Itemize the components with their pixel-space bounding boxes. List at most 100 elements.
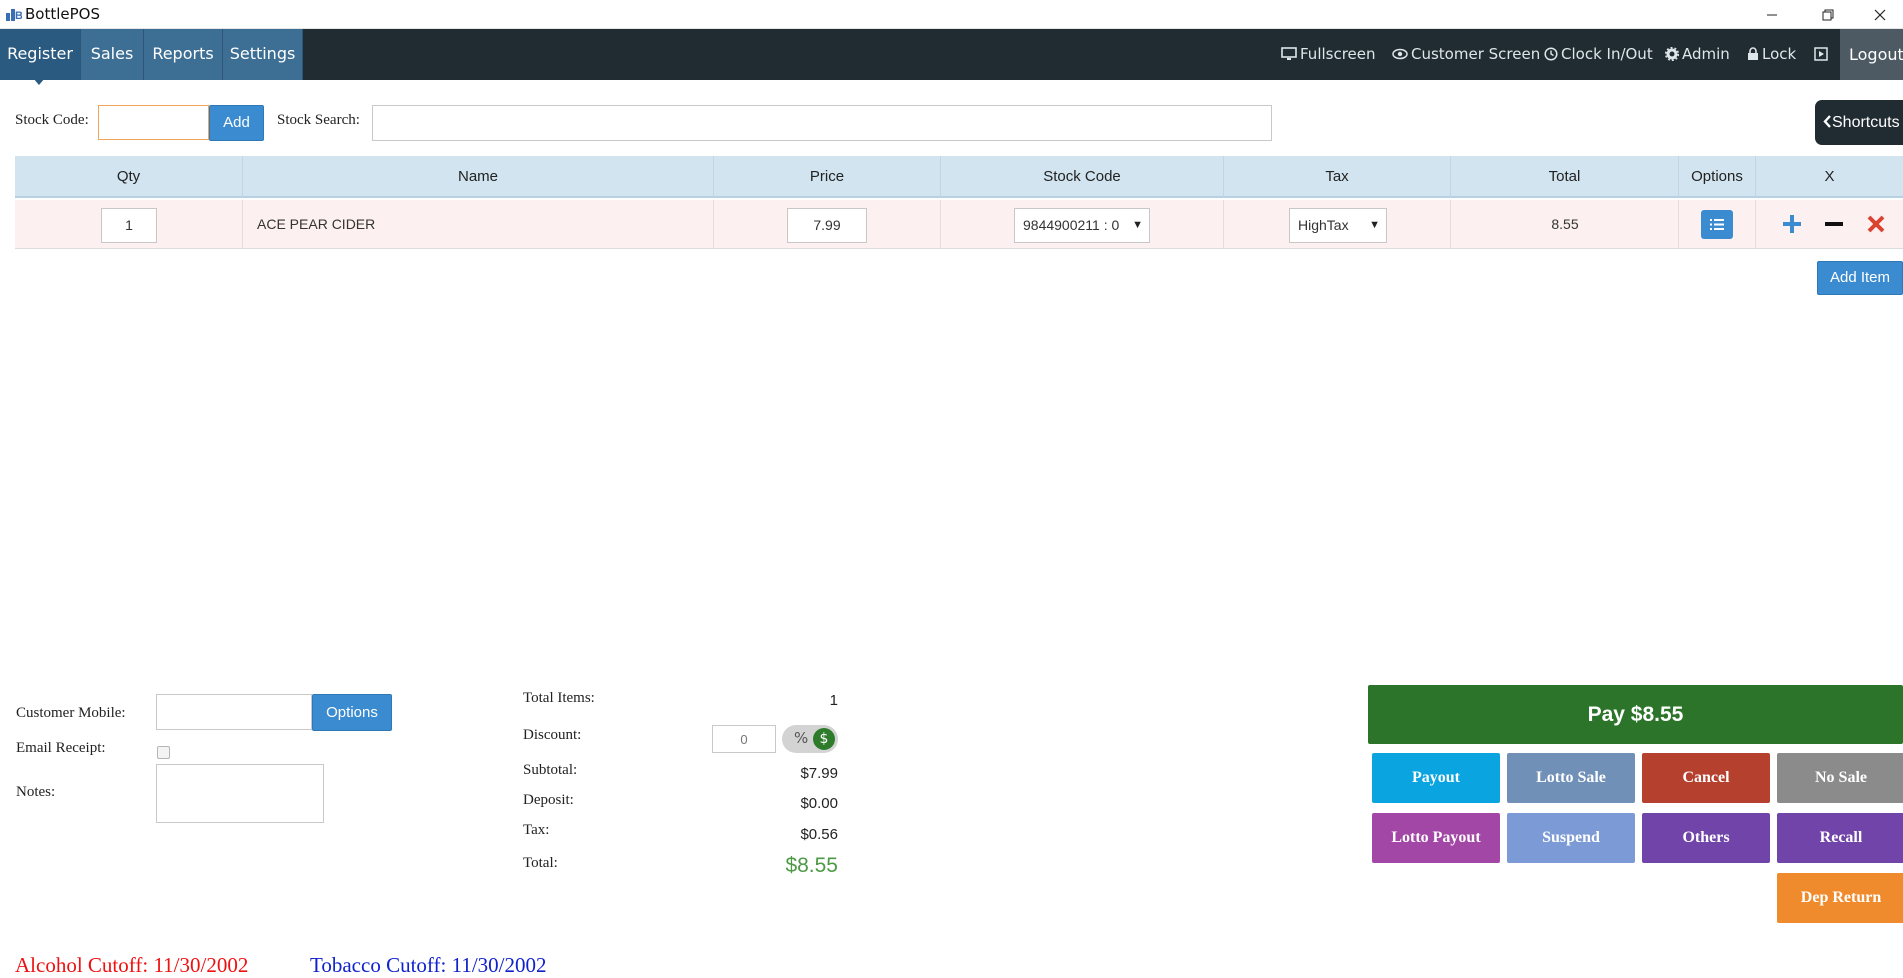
gear-icon — [1664, 46, 1680, 62]
item-total: 8.55 — [1551, 216, 1579, 232]
header-remove: X — [1824, 168, 1835, 185]
lotto-payout-button[interactable]: Lotto Payout — [1372, 813, 1500, 863]
main-navbar: Register Sales Reports Settings Fullscre… — [0, 29, 1903, 80]
header-qty: Qty — [15, 156, 243, 198]
header-stock-code: Stock Code — [941, 156, 1224, 198]
customer-screen-label: Customer Screen — [1411, 45, 1541, 63]
alcohol-cutoff: Alcohol Cutoff: 11/30/2002 — [15, 953, 249, 977]
total-label: Total: — [523, 855, 558, 871]
suspend-button[interactable]: Suspend — [1507, 813, 1635, 863]
subtotal-label: Subtotal: — [523, 762, 578, 778]
tab-sales[interactable]: Sales — [81, 29, 144, 80]
total-items-label: Total Items: — [523, 690, 595, 706]
cancel-button[interactable]: Cancel — [1642, 753, 1770, 803]
admin-label: Admin — [1682, 45, 1730, 63]
customer-mobile-input[interactable] — [156, 694, 312, 730]
payout-button[interactable]: Payout — [1372, 753, 1500, 803]
stock-code-cell: 9844900211 : 0 ▼ — [941, 200, 1224, 249]
minimize-button[interactable] — [1749, 0, 1795, 29]
title-bar: B BottlePOS — [0, 0, 1903, 29]
stock-code-input[interactable] — [98, 105, 209, 140]
svg-text:B: B — [15, 10, 22, 21]
dep-return-button[interactable]: Dep Return — [1777, 873, 1903, 923]
plus-icon[interactable] — [1782, 214, 1802, 234]
tax-label: Tax: — [523, 822, 550, 838]
minimize-icon — [1767, 14, 1777, 15]
header-options: Options — [1679, 156, 1756, 198]
stock-search-input[interactable] — [372, 105, 1272, 141]
name-cell: ACE PEAR CIDER — [243, 200, 714, 249]
close-window-button[interactable] — [1857, 0, 1903, 29]
dollar-symbol: $ — [813, 728, 835, 750]
percent-symbol: % — [794, 729, 809, 747]
logout-button[interactable]: Logout — [1840, 29, 1903, 80]
add-item-button[interactable]: Add Item — [1817, 261, 1903, 295]
close-icon — [1874, 9, 1886, 20]
header-total: Total — [1451, 156, 1679, 198]
tab-register[interactable]: Register — [0, 29, 81, 80]
exit-link[interactable] — [1814, 29, 1831, 80]
restore-icon — [1822, 9, 1834, 20]
stock-code-select[interactable]: 9844900211 : 0 ▼ — [1014, 208, 1150, 243]
pay-button[interactable]: Pay $8.55 — [1368, 685, 1903, 744]
add-stock-button[interactable]: Add — [209, 105, 264, 141]
discount-label: Discount: — [523, 727, 582, 743]
qty-input[interactable]: 1 — [101, 208, 157, 243]
qty-cell: 1 — [15, 200, 243, 249]
tab-reports[interactable]: Reports — [144, 29, 223, 80]
stock-code-label: Stock Code: — [15, 112, 89, 128]
clock-icon — [1544, 47, 1558, 61]
header-price: Price — [714, 156, 941, 198]
table-row: 1 ACE PEAR CIDER 7.99 9844900211 : 0 ▼ H… — [15, 200, 1903, 249]
dropdown-arrow-icon: ▼ — [1369, 219, 1380, 231]
stock-search-label: Stock Search: — [277, 112, 360, 128]
list-icon — [1710, 219, 1724, 230]
total-cell: 8.55 — [1451, 200, 1679, 249]
deposit-value: $0.00 — [800, 795, 838, 812]
email-receipt-checkbox[interactable] — [157, 746, 170, 759]
discount-type-toggle[interactable]: % $ — [782, 725, 838, 753]
item-options-button[interactable] — [1701, 210, 1733, 239]
active-tab-caret — [33, 78, 45, 85]
tax-value: $0.56 — [800, 826, 838, 843]
restore-button[interactable] — [1805, 0, 1851, 29]
chevron-left-icon — [1823, 115, 1831, 128]
email-receipt-label: Email Receipt: — [16, 740, 106, 756]
customer-mobile-label: Customer Mobile: — [16, 705, 126, 721]
subtotal-value: $7.99 — [800, 765, 838, 782]
tax-cell: HighTax ▼ — [1224, 200, 1451, 249]
table-header: Qty Name Price Stock Code Tax Total Opti… — [15, 156, 1903, 198]
customer-screen-link[interactable]: Customer Screen — [1392, 29, 1540, 80]
recall-button[interactable]: Recall — [1777, 813, 1903, 863]
customer-options-button[interactable]: Options — [312, 694, 392, 731]
total-items-value: 1 — [829, 692, 838, 709]
app-title: BottlePOS — [25, 5, 100, 23]
admin-link[interactable]: Admin — [1664, 29, 1730, 80]
stock-code-value: 9844900211 : 0 — [1023, 217, 1120, 233]
discount-input[interactable] — [712, 725, 776, 753]
shortcuts-button[interactable]: Shortcuts — [1815, 100, 1903, 145]
lock-link[interactable]: Lock — [1747, 29, 1796, 80]
notes-textarea[interactable] — [156, 764, 324, 823]
price-input[interactable]: 7.99 — [787, 208, 867, 243]
remove-icon[interactable] — [1866, 214, 1886, 234]
tax-select[interactable]: HighTax ▼ — [1289, 208, 1387, 243]
minus-icon[interactable] — [1824, 214, 1844, 234]
notes-label: Notes: — [16, 784, 56, 800]
tax-value: HighTax — [1298, 217, 1349, 233]
no-sale-button[interactable]: No Sale — [1777, 753, 1903, 803]
clock-label: Clock In/Out — [1561, 45, 1653, 63]
lock-icon — [1748, 47, 1758, 60]
fullscreen-link[interactable]: Fullscreen — [1281, 29, 1376, 80]
tab-settings[interactable]: Settings — [223, 29, 303, 80]
row-actions-cell — [1756, 200, 1903, 249]
dropdown-arrow-icon: ▼ — [1132, 219, 1143, 231]
fullscreen-label: Fullscreen — [1300, 45, 1376, 63]
others-button[interactable]: Others — [1642, 813, 1770, 863]
lock-label: Lock — [1762, 45, 1797, 63]
options-cell — [1679, 200, 1756, 249]
lotto-sale-button[interactable]: Lotto Sale — [1507, 753, 1635, 803]
clock-in-out-link[interactable]: Clock In/Out — [1544, 29, 1653, 80]
exit-icon — [1814, 47, 1828, 61]
app-logo-icon: B — [6, 9, 22, 21]
